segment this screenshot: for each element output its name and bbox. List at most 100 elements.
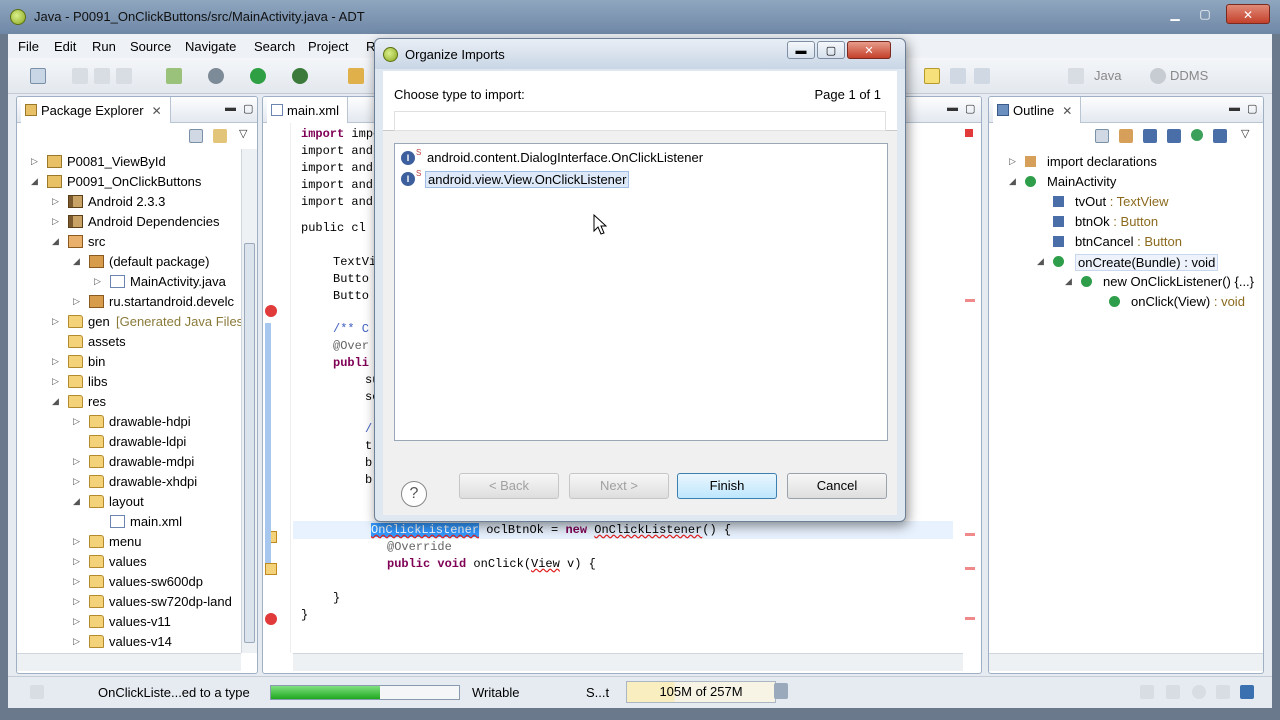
collapsed-arrow-icon[interactable]: ▷ [94, 276, 101, 287]
status-tool-icon[interactable] [1216, 685, 1230, 699]
tab-outline[interactable]: Outline ✕ [993, 97, 1082, 123]
maximize-editor-icon[interactable]: ▢ [965, 102, 975, 115]
menu-search[interactable]: Search [254, 39, 295, 54]
menu-project[interactable]: Project [308, 39, 348, 54]
expanded-arrow-icon[interactable]: ◢ [1037, 256, 1044, 267]
tree-item[interactable]: ▷ drawable-xhdpi [17, 472, 241, 492]
view-menu-icon[interactable]: ▽ [1241, 127, 1249, 140]
dialog-close-button[interactable]: ✕ [847, 41, 891, 59]
expanded-arrow-icon[interactable]: ◢ [73, 496, 80, 507]
expanded-arrow-icon[interactable]: ◢ [31, 176, 38, 187]
error-marker-icon[interactable] [265, 613, 277, 625]
dialog-minimize-button[interactable]: ▬ [787, 41, 815, 59]
maximize-view-icon[interactable]: ▢ [1247, 102, 1257, 115]
collapsed-arrow-icon[interactable]: ▷ [73, 476, 80, 487]
tree-item[interactable]: ▷ bin [17, 352, 241, 372]
tree-item[interactable]: ▷ P0081_ViewById [17, 152, 241, 172]
status-tool-icon[interactable] [1140, 685, 1154, 699]
external-tools-icon[interactable] [292, 68, 308, 84]
outline-item[interactable]: tvOut : TextView [989, 192, 1263, 212]
editor-horizontal-scrollbar[interactable] [293, 653, 963, 671]
tree-item[interactable]: drawable-ldpi [17, 432, 241, 452]
show-whitespace-icon[interactable] [974, 68, 990, 84]
minimize-view-icon[interactable]: ▬ [1229, 102, 1240, 114]
maximize-button[interactable]: ▢ [1190, 4, 1220, 24]
menu-source[interactable]: Source [130, 39, 171, 54]
collapsed-arrow-icon[interactable]: ▷ [52, 376, 59, 387]
menu-edit[interactable]: Edit [54, 39, 76, 54]
collapsed-arrow-icon[interactable]: ▷ [73, 616, 80, 627]
collapsed-arrow-icon[interactable]: ▷ [73, 416, 80, 427]
overview-error-mark[interactable] [965, 567, 975, 570]
collapsed-arrow-icon[interactable]: ▷ [52, 316, 59, 327]
close-view-icon[interactable]: ✕ [1062, 104, 1072, 118]
collapsed-arrow-icon[interactable]: ▷ [52, 196, 59, 207]
block-selection-icon[interactable] [950, 68, 966, 84]
tree-item[interactable]: ▷ values-v14 [17, 632, 241, 652]
tree-item[interactable]: ▷ drawable-mdpi [17, 452, 241, 472]
tab-package-explorer[interactable]: Package Explorer ✕ [21, 97, 171, 123]
open-type-icon[interactable] [348, 68, 364, 84]
status-tool-icon[interactable] [1192, 685, 1206, 699]
type-filter-input[interactable] [394, 111, 886, 131]
close-view-icon[interactable]: ✕ [152, 104, 162, 118]
menu-run[interactable]: Run [92, 39, 116, 54]
collapsed-arrow-icon[interactable]: ▷ [73, 576, 80, 587]
cancel-button[interactable]: Cancel [787, 473, 887, 499]
tree-item[interactable]: ◢ layout [17, 492, 241, 512]
collapsed-arrow-icon[interactable]: ▷ [52, 216, 59, 227]
perspective-ddms[interactable]: DDMS [1170, 68, 1208, 83]
status-tool-icon[interactable] [1166, 685, 1180, 699]
debug-icon[interactable] [208, 68, 224, 84]
status-tool-icon[interactable] [1240, 685, 1254, 699]
maximize-view-icon[interactable]: ▢ [243, 102, 253, 115]
collapsed-arrow-icon[interactable]: ▷ [73, 596, 80, 607]
overview-error-mark[interactable] [965, 533, 975, 536]
tree-item[interactable]: ▷ ru.startandroid.develc [17, 292, 241, 312]
hide-nonpublic-icon[interactable] [1191, 129, 1203, 141]
collapsed-arrow-icon[interactable]: ▷ [52, 356, 59, 367]
tree-item[interactable]: ▷ values-sw720dp-land [17, 592, 241, 612]
hide-static-icon[interactable] [1167, 129, 1181, 143]
error-summary-icon[interactable] [965, 129, 973, 137]
android-sdk-icon[interactable] [166, 68, 182, 84]
vertical-scrollbar[interactable] [241, 149, 257, 653]
collapsed-arrow-icon[interactable]: ▷ [73, 556, 80, 567]
collapsed-arrow-icon[interactable]: ▷ [31, 156, 38, 167]
toggle-mark-icon[interactable] [924, 68, 940, 84]
save-all-icon[interactable] [94, 68, 110, 84]
outline-item[interactable]: btnOk : Button [989, 212, 1263, 232]
link-with-editor-icon[interactable] [213, 129, 227, 143]
outline-item[interactable]: ◢ onCreate(Bundle) : void [989, 252, 1263, 272]
collapse-all-icon[interactable] [1095, 129, 1109, 143]
menu-file[interactable]: File [18, 39, 39, 54]
expanded-arrow-icon[interactable]: ◢ [52, 236, 59, 247]
minimize-view-icon[interactable]: ▬ [225, 102, 236, 114]
outline-horizontal-scrollbar[interactable] [989, 653, 1263, 671]
expanded-arrow-icon[interactable]: ◢ [73, 256, 80, 267]
outline-item[interactable]: onClick(View) : void [989, 292, 1263, 312]
collapsed-arrow-icon[interactable]: ▷ [1009, 156, 1016, 167]
tree-item[interactable]: ▷ gen [Generated Java Files [17, 312, 243, 332]
horizontal-scrollbar[interactable] [17, 653, 241, 671]
tree-item[interactable]: ▷ Android 2.3.3 [17, 192, 241, 212]
collapsed-arrow-icon[interactable]: ▷ [73, 456, 80, 467]
perspective-java[interactable]: Java [1094, 68, 1121, 83]
menu-navigate[interactable]: Navigate [185, 39, 236, 54]
help-button[interactable]: ? [401, 481, 427, 507]
collapsed-arrow-icon[interactable]: ▷ [73, 636, 80, 647]
scrollbar-thumb[interactable] [244, 243, 255, 643]
view-menu-icon[interactable]: ▽ [239, 127, 247, 140]
outline-item[interactable]: ◢ MainActivity [989, 172, 1263, 192]
fast-view-icon[interactable] [30, 685, 44, 699]
tree-item[interactable]: main.xml [17, 512, 241, 532]
print-icon[interactable] [116, 68, 132, 84]
run-icon[interactable] [250, 68, 266, 84]
tree-item[interactable]: assets [17, 332, 241, 352]
outline-item[interactable]: btnCancel : Button [989, 232, 1263, 252]
back-button[interactable]: < Back [459, 473, 559, 499]
quickfix-marker-icon[interactable] [265, 563, 277, 575]
collapse-all-icon[interactable] [189, 129, 203, 143]
overview-error-mark[interactable] [965, 617, 975, 620]
collapsed-arrow-icon[interactable]: ▷ [73, 296, 80, 307]
